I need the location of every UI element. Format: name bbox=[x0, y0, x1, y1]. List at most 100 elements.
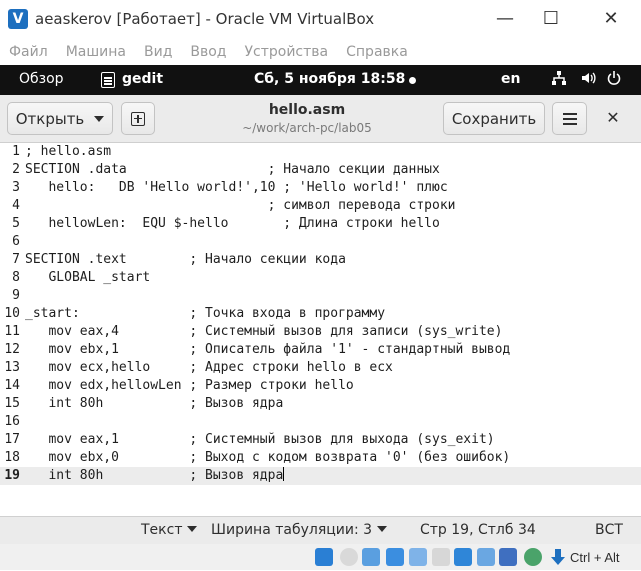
gedit-app-icon bbox=[101, 72, 115, 88]
line-number: 8 bbox=[12, 270, 20, 285]
code-line[interactable]: 17 mov eax,1 ; Системный вызов для выход… bbox=[0, 431, 641, 449]
code-line[interactable]: 10 _start: ; Точка входа в программу bbox=[0, 305, 641, 323]
code-text[interactable]: GLOBAL _start bbox=[25, 269, 150, 287]
virtualbox-menubar: Файл Машина Вид Ввод Устройства Справка bbox=[0, 38, 641, 65]
syntax-label: Текст bbox=[141, 522, 183, 538]
virtualization-icon[interactable] bbox=[499, 548, 517, 566]
code-line[interactable]: 6 bbox=[0, 233, 641, 251]
code-text[interactable]: mov edx,hellowLen ; Размер строки hello bbox=[25, 377, 353, 395]
code-text[interactable]: _start: ; Точка входа в программу bbox=[25, 305, 385, 323]
line-number: 14 bbox=[4, 378, 20, 393]
tab-width-label: Ширина табуляции: 3 bbox=[211, 522, 373, 538]
code-text[interactable]: ; hello.asm bbox=[25, 143, 111, 161]
window-title: aeaskerov [Работает] - Oracle VM Virtual… bbox=[35, 10, 375, 28]
code-line[interactable]: 13 mov ecx,hello ; Адрес строки hello в … bbox=[0, 359, 641, 377]
menu-machine[interactable]: Машина bbox=[66, 44, 126, 60]
code-text[interactable]: SECTION .text ; Начало секции кода bbox=[25, 251, 346, 269]
code-line[interactable]: 19 int 80h ; Вызов ядра bbox=[0, 467, 641, 485]
code-line[interactable]: 9 bbox=[0, 287, 641, 305]
menu-file[interactable]: Файл bbox=[9, 44, 48, 60]
code-text[interactable]: mov eax,4 ; Системный вызов для записи (… bbox=[25, 323, 502, 341]
menu-help[interactable]: Справка bbox=[346, 44, 408, 60]
display-icon[interactable] bbox=[454, 548, 472, 566]
line-number: 13 bbox=[4, 360, 20, 375]
gnome-top-bar: Обзор gedit Сб, 5 ноября 18:58 en bbox=[0, 65, 641, 95]
activities-button[interactable]: Обзор bbox=[19, 71, 64, 87]
gedit-statusbar: Текст Ширина табуляции: 3 Стр 19, Стлб 3… bbox=[0, 516, 641, 544]
network-icon[interactable] bbox=[551, 70, 567, 90]
close-window-button[interactable]: ✕ bbox=[588, 6, 634, 32]
code-line[interactable]: 12 mov ebx,1 ; Описатель файла '1' - ста… bbox=[0, 341, 641, 359]
code-line[interactable]: 8 GLOBAL _start bbox=[0, 269, 641, 287]
recording-icon[interactable] bbox=[477, 548, 495, 566]
tab-width-selector[interactable]: Ширина табуляции: 3 bbox=[211, 522, 388, 538]
app-menu-gedit[interactable]: gedit bbox=[122, 71, 163, 87]
hamburger-menu-button[interactable] bbox=[552, 102, 587, 135]
line-number: 2 bbox=[12, 162, 20, 177]
line-number: 11 bbox=[4, 324, 20, 339]
code-line[interactable]: 7 SECTION .text ; Начало секции кода bbox=[0, 251, 641, 269]
line-number: 7 bbox=[12, 252, 20, 267]
power-icon[interactable] bbox=[606, 70, 622, 90]
virtualbox-titlebar: V aeaskerov [Работает] - Oracle VM Virtu… bbox=[0, 0, 641, 38]
close-document-icon[interactable]: ✕ bbox=[605, 110, 621, 126]
cursor-position[interactable]: Стр 19, Стлб 34 bbox=[420, 522, 536, 538]
code-line[interactable]: 2 SECTION .data ; Начало секции данных bbox=[0, 161, 641, 179]
mouse-integration-icon[interactable] bbox=[524, 548, 542, 566]
open-button[interactable]: Открыть bbox=[7, 102, 113, 135]
code-text[interactable]: hellowLen: EQU $-hello ; Длина строки he… bbox=[25, 215, 439, 233]
menu-devices[interactable]: Устройства bbox=[245, 44, 329, 60]
chevron-down-icon bbox=[187, 526, 198, 532]
line-number: 17 bbox=[4, 432, 20, 447]
chevron-down-icon bbox=[377, 526, 388, 532]
insert-mode-indicator: ВСТ bbox=[595, 522, 623, 538]
text-editor[interactable]: 1 ; hello.asm 2 SECTION .data ; Начало секц… bbox=[0, 143, 641, 516]
shared-folders-icon[interactable] bbox=[432, 548, 450, 566]
virtualbox-logo-icon: V bbox=[8, 9, 28, 29]
line-number: 10 bbox=[4, 306, 20, 321]
code-text[interactable]: mov eax,1 ; Системный вызов для выхода (… bbox=[25, 431, 494, 449]
storage-icon[interactable] bbox=[362, 548, 380, 566]
line-number: 5 bbox=[12, 216, 20, 231]
audio-cd-icon[interactable] bbox=[340, 548, 358, 566]
code-text[interactable]: SECTION .data ; Начало секции данных bbox=[25, 161, 440, 179]
maximize-button[interactable]: ☐ bbox=[528, 6, 574, 32]
minimize-button[interactable]: — bbox=[482, 6, 528, 32]
code-line[interactable]: 11 mov eax,4 ; Системный вызов для запис… bbox=[0, 323, 641, 341]
code-text[interactable]: int 80h ; Вызов ядра bbox=[25, 395, 283, 413]
chevron-down-icon bbox=[94, 115, 105, 122]
line-number: 9 bbox=[12, 288, 20, 303]
hamburger-icon bbox=[562, 117, 577, 120]
code-text[interactable]: mov ecx,hello ; Адрес строки hello в ecx bbox=[25, 359, 392, 377]
network-adapter-icon[interactable] bbox=[386, 548, 404, 566]
menu-input[interactable]: Ввод bbox=[190, 44, 226, 60]
clock[interactable]: Сб, 5 ноября 18:58 bbox=[254, 71, 405, 87]
new-document-button[interactable] bbox=[121, 102, 155, 135]
save-button[interactable]: Сохранить bbox=[443, 102, 545, 135]
code-line[interactable]: 3 hello: DB 'Hello world!',10 ; 'Hello w… bbox=[0, 179, 641, 197]
code-line[interactable]: 18 mov ebx,0 ; Выход с кодом возврата '0… bbox=[0, 449, 641, 467]
virtualbox-status-strip: Ctrl + Alt bbox=[0, 544, 641, 570]
code-line[interactable]: 15 int 80h ; Вызов ядра bbox=[0, 395, 641, 413]
host-key-arrow-icon bbox=[550, 548, 566, 566]
code-line[interactable]: 4 ; символ перевода строки bbox=[0, 197, 641, 215]
code-line[interactable]: 1 ; hello.asm bbox=[0, 143, 641, 161]
code-lines[interactable]: 1 ; hello.asm 2 SECTION .data ; Начало секц… bbox=[0, 143, 641, 485]
code-line[interactable]: 14 mov edx,hellowLen ; Размер строки hel… bbox=[0, 377, 641, 395]
code-text[interactable]: ; символ перевода строки bbox=[25, 197, 456, 215]
code-text[interactable]: mov ebx,0 ; Выход с кодом возврата '0' (… bbox=[25, 449, 510, 467]
syntax-selector[interactable]: Текст bbox=[141, 522, 198, 538]
line-number: 6 bbox=[12, 234, 20, 249]
code-text[interactable]: int 80h ; Вызов ядра bbox=[25, 467, 285, 485]
keyboard-layout-indicator[interactable]: en bbox=[501, 71, 520, 87]
code-text[interactable]: hello: DB 'Hello world!',10 ; 'Hello wor… bbox=[25, 179, 447, 197]
open-button-label: Открыть bbox=[15, 109, 85, 128]
code-line[interactable]: 5 hellowLen: EQU $-hello ; Длина строки … bbox=[0, 215, 641, 233]
menu-view[interactable]: Вид bbox=[144, 44, 172, 60]
optical-drive-icon[interactable] bbox=[315, 548, 333, 566]
code-line[interactable]: 16 bbox=[0, 413, 641, 431]
usb-icon[interactable] bbox=[409, 548, 427, 566]
volume-icon[interactable] bbox=[580, 70, 596, 90]
new-tab-plus-icon bbox=[131, 111, 145, 126]
code-text[interactable]: mov ebx,1 ; Описатель файла '1' - станда… bbox=[25, 341, 510, 359]
